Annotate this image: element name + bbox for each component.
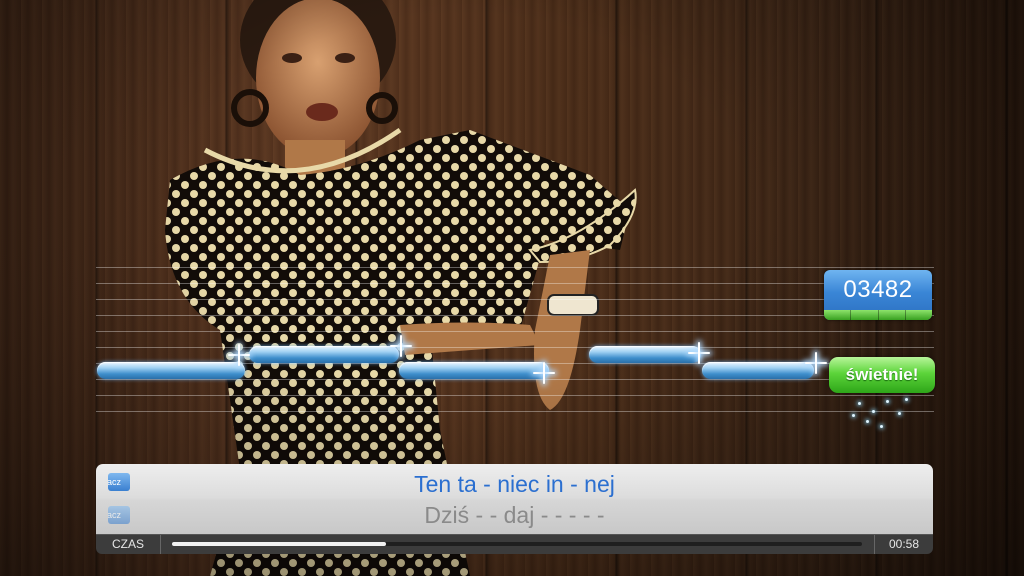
sparkle-icon <box>688 342 710 364</box>
sparkle-dot <box>866 420 869 423</box>
note-bar <box>97 362 245 379</box>
sparkle-dot <box>858 402 861 405</box>
note-bar <box>589 346 701 363</box>
sparkle-icon <box>390 335 412 357</box>
pitch-lane-line <box>96 331 934 332</box>
score-display: 03482 <box>824 270 932 320</box>
pitch-lane-line <box>96 395 934 396</box>
song-time-bar: CZAS 00:58 <box>96 534 933 554</box>
song-progress-fill <box>172 542 386 546</box>
sparkle-dot <box>905 398 908 401</box>
time-label: CZAS <box>96 535 161 554</box>
sparkle-dot <box>880 425 883 428</box>
sparkle-icon <box>533 362 555 384</box>
pitch-lane-line <box>96 347 934 348</box>
rating-badge: świetnie! <box>829 357 935 393</box>
note-bar <box>249 346 399 363</box>
pitch-lane-line <box>96 267 934 268</box>
note-bar <box>399 362 549 379</box>
lyrics-panel: racz racz Ten ta - niec in - nej Dziś - … <box>96 464 933 534</box>
note-bar <box>702 362 814 379</box>
sparkle-icon <box>805 352 827 374</box>
sparkle-dot <box>872 410 875 413</box>
sparkle-dot <box>898 412 901 415</box>
score-value: 03482 <box>843 276 913 303</box>
pitch-lane-line <box>96 299 934 300</box>
pitch-lane-line <box>96 315 934 316</box>
score-meter <box>824 310 932 320</box>
pitch-lane-line <box>96 411 934 412</box>
pitch-lane-line <box>96 283 934 284</box>
lyric-current-line: Ten ta - niec in - nej <box>414 471 615 497</box>
pitch-lane-line <box>96 379 934 380</box>
sparkle-dot <box>886 400 889 403</box>
lyric-next-line: Dziś - - daj - - - - - <box>424 502 605 528</box>
sparkle-dot <box>852 414 855 417</box>
sparkle-icon <box>228 344 250 366</box>
rating-text: świetnie! <box>845 365 919 384</box>
song-progress-track <box>172 542 862 546</box>
time-remaining: 00:58 <box>874 535 933 554</box>
